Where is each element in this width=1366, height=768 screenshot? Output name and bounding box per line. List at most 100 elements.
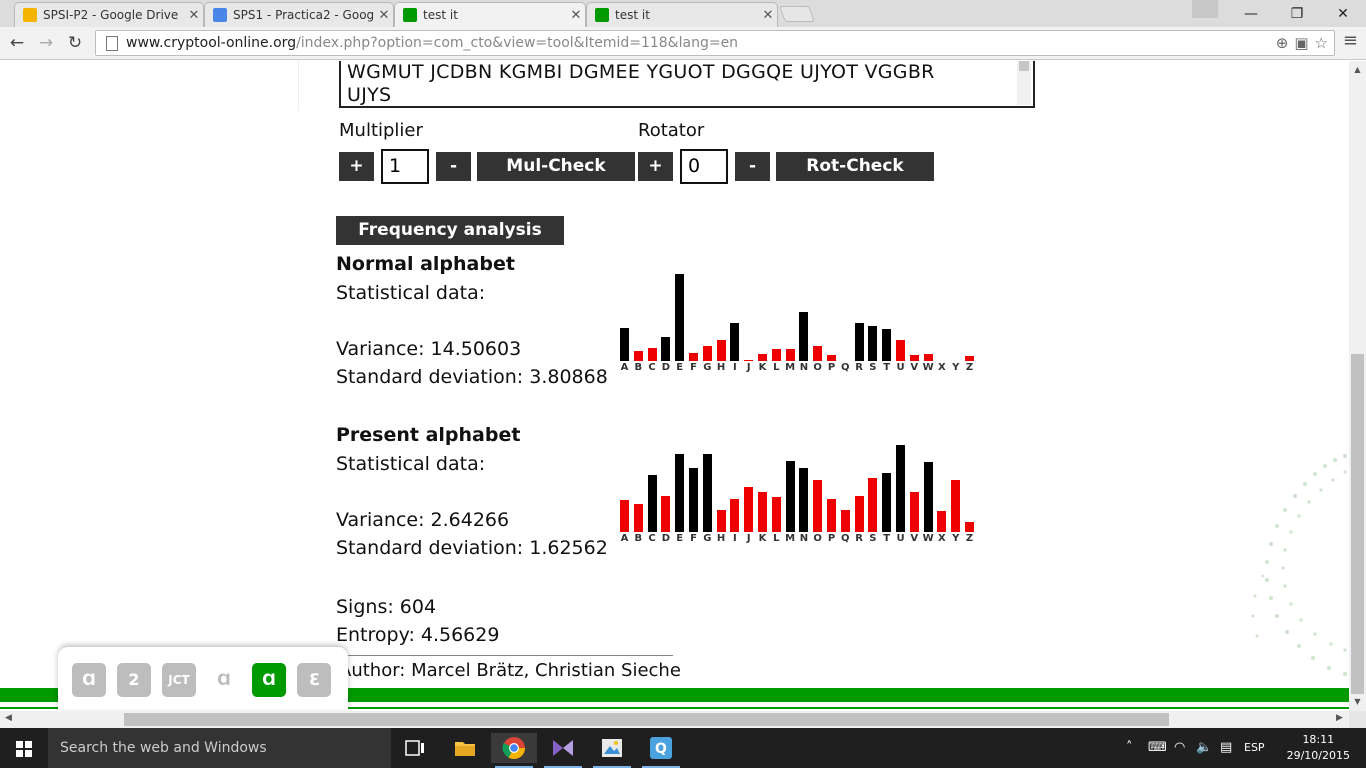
rotator-plus-button[interactable]: +: [638, 152, 673, 181]
frequency-bar-f: [689, 353, 698, 361]
jct-icon[interactable]: JCT: [162, 663, 196, 697]
frequency-bar-l: [771, 349, 781, 361]
scroll-up-icon[interactable]: ▲: [1349, 65, 1366, 74]
frequency-bar-h: [716, 340, 726, 361]
scroll-left-icon[interactable]: ◀: [5, 713, 12, 723]
scrollbar-corner: [1349, 711, 1366, 728]
tab-title: test it: [615, 8, 650, 22]
frequency-bar-z: [965, 522, 974, 532]
tick-label-e: E: [676, 533, 684, 544]
tick-label-i: I: [733, 533, 737, 544]
bookmark-star-icon[interactable]: ☆: [1315, 34, 1328, 52]
minimize-button[interactable]: —: [1228, 0, 1274, 27]
mul-check-button[interactable]: Mul-Check: [477, 152, 635, 181]
page-icon: [106, 35, 118, 51]
keyboard-icon[interactable]: ⌨: [1148, 740, 1167, 755]
ciphertext-textarea[interactable]: WGMUT JCDBN KGMBI DGMEE YGUOT DGGQE UJYO…: [339, 61, 1035, 108]
scroll-right-icon[interactable]: ▶: [1336, 713, 1343, 723]
rot-check-button[interactable]: Rot-Check: [776, 152, 934, 181]
volume-icon[interactable]: 🔈: [1196, 740, 1212, 755]
tick-label-p: P: [827, 362, 836, 373]
multiplier-minus-button[interactable]: -: [436, 152, 471, 181]
frequency-bar-b: [633, 351, 643, 361]
taskbar-search-box[interactable]: Search the web and Windows: [48, 728, 391, 768]
visual-studio-icon[interactable]: [540, 733, 586, 768]
tab-strip: SPSI-P2 - Google Drive ✕ SPS1 - Practica…: [0, 0, 1366, 27]
show-hidden-icons-icon[interactable]: ˄: [1126, 740, 1133, 755]
tick-label-z: Z: [965, 362, 974, 373]
close-tab-icon[interactable]: ✕: [185, 8, 203, 23]
tick-label-u: U: [896, 362, 905, 373]
wifi-icon[interactable]: ◠: [1174, 740, 1185, 755]
browser-toolbar: ← → ↻ www.cryptool-online.org/index.php?…: [0, 27, 1366, 60]
close-window-button[interactable]: ✕: [1320, 0, 1366, 27]
frequency-bar-o: [813, 346, 823, 361]
reload-icon[interactable]: ↻: [63, 32, 87, 54]
normal-variance: Variance: 14.50603: [336, 338, 522, 360]
rotator-input[interactable]: 0: [680, 149, 728, 184]
tick-label-h: H: [716, 533, 726, 544]
rotator-label: Rotator: [638, 120, 705, 141]
restore-button[interactable]: ❐: [1274, 0, 1320, 27]
frequency-bar-g: [702, 454, 712, 532]
present-alphabet-chart: ABCDEFGHIJKLMNOPQRSTUVWXYZ: [618, 437, 980, 544]
cto-icon[interactable]: Ɑ: [207, 663, 241, 697]
tick-label-s: S: [869, 533, 877, 544]
clock[interactable]: 18:11 29/10/2015: [1287, 732, 1350, 764]
new-tab-button[interactable]: [779, 6, 815, 22]
frequency-analysis-button[interactable]: Frequency analysis: [336, 216, 564, 245]
tab-google-drive[interactable]: SPSI-P2 - Google Drive ✕: [14, 2, 204, 27]
start-button[interactable]: [0, 728, 48, 768]
vertical-scroll-thumb[interactable]: [1351, 354, 1364, 694]
close-tab-icon[interactable]: ✕: [375, 8, 393, 23]
cryptool2-icon[interactable]: 2: [117, 663, 151, 697]
frequency-bar-w: [923, 354, 933, 361]
multiplier-plus-button[interactable]: +: [339, 152, 374, 181]
frequency-bar-r: [854, 496, 864, 532]
user-profile-icon[interactable]: [1192, 0, 1218, 18]
frequency-bar-k: [758, 492, 767, 532]
textarea-scrollbar[interactable]: [1017, 61, 1031, 105]
horizontal-scrollbar[interactable]: ◀ ▶: [0, 711, 1349, 728]
frequency-bar-t: [882, 473, 892, 532]
tick-label-o: O: [813, 362, 822, 373]
windows-logo-icon: [16, 741, 32, 757]
tab-google-docs[interactable]: SPS1 - Practica2 - Google ✕: [204, 2, 394, 27]
cryptool-mtc3-icon[interactable]: ℇ: [297, 663, 331, 697]
file-explorer-icon[interactable]: [442, 733, 488, 763]
close-tab-icon[interactable]: ✕: [759, 8, 777, 23]
present-alphabet-title: Present alphabet: [336, 424, 521, 446]
horizontal-scroll-thumb[interactable]: [124, 713, 1169, 726]
close-tab-icon[interactable]: ✕: [567, 8, 585, 23]
translate-icon[interactable]: ▣: [1294, 34, 1308, 52]
frequency-bar-c: [647, 475, 657, 532]
zoom-icon[interactable]: ⊕: [1276, 34, 1289, 52]
cryptool-taskbar-icon[interactable]: Q: [638, 733, 684, 768]
back-icon[interactable]: ←: [5, 32, 29, 54]
clock-date: 29/10/2015: [1286, 749, 1350, 762]
tab-test-it-active[interactable]: test it ✕: [394, 2, 586, 27]
input-language[interactable]: ESP: [1244, 741, 1265, 754]
task-view-icon[interactable]: [392, 733, 438, 763]
address-bar[interactable]: www.cryptool-online.org/index.php?option…: [95, 30, 1335, 56]
tab-test-it[interactable]: test it ✕: [586, 2, 778, 27]
cryptool-icon[interactable]: Ɑ: [72, 663, 106, 697]
tick-label-j: J: [746, 362, 751, 373]
tick-label-m: M: [785, 533, 796, 544]
scroll-down-icon[interactable]: ▼: [1349, 697, 1366, 706]
frequency-bar-p: [827, 499, 836, 532]
chrome-icon[interactable]: [491, 733, 537, 768]
image-viewer-icon[interactable]: [589, 733, 635, 768]
normal-alphabet-title: Normal alphabet: [336, 253, 515, 275]
rotator-minus-button[interactable]: -: [735, 152, 770, 181]
cryptool-online-icon[interactable]: Ɑ: [252, 663, 286, 697]
forward-icon[interactable]: →: [34, 32, 58, 54]
vertical-scrollbar[interactable]: ▲ ▼: [1349, 61, 1366, 711]
frequency-bar-r: [854, 323, 864, 361]
google-docs-icon: [213, 8, 227, 22]
cryptool-icon: [595, 8, 609, 22]
clock-time: 18:11: [1302, 733, 1335, 746]
multiplier-input[interactable]: 1: [381, 149, 429, 184]
action-center-icon[interactable]: ▤: [1220, 740, 1232, 755]
chrome-menu-icon[interactable]: ≡: [1343, 30, 1358, 51]
